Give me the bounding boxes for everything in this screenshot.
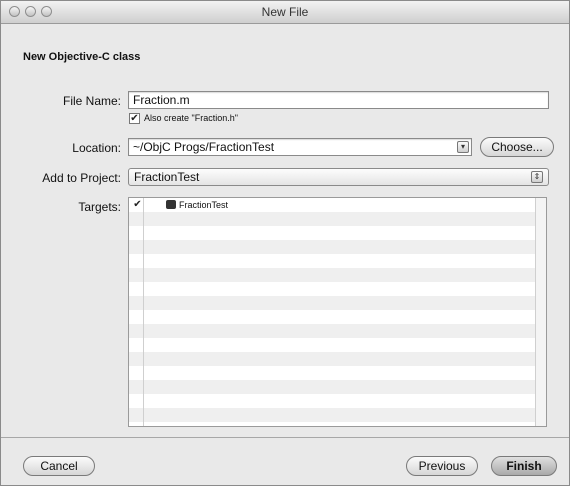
previous-button[interactable]: Previous xyxy=(406,456,478,476)
project-select-arrows-icon[interactable]: ⇕ xyxy=(531,171,543,183)
target-checkbox[interactable]: ✔ xyxy=(132,200,143,211)
list-item xyxy=(129,324,546,338)
also-create-header-label: Also create "Fraction.h" xyxy=(144,113,238,123)
list-item xyxy=(129,226,546,240)
list-item xyxy=(129,380,546,394)
list-item xyxy=(129,212,546,226)
footer-divider xyxy=(1,437,569,438)
list-item xyxy=(129,282,546,296)
targets-list[interactable]: ✔ FractionTest xyxy=(128,197,547,427)
add-to-project-label: Add to Project: xyxy=(42,171,121,185)
file-name-field[interactable]: Fraction.m xyxy=(128,91,549,109)
dialog-heading: New Objective-C class xyxy=(23,51,141,63)
vertical-scrollbar[interactable] xyxy=(535,198,546,426)
file-name-label: File Name: xyxy=(62,94,121,108)
target-app-icon xyxy=(166,200,176,209)
location-label: Location: xyxy=(72,141,121,155)
list-item xyxy=(129,338,546,352)
column-divider xyxy=(143,198,144,426)
add-to-project-select[interactable]: FractionTest xyxy=(128,168,549,186)
table-row[interactable]: ✔ FractionTest xyxy=(129,198,546,212)
new-file-window: New File New Objective-C class File Name… xyxy=(0,0,570,486)
list-item xyxy=(129,394,546,408)
also-create-header-checkbox[interactable]: ✔ xyxy=(129,113,140,124)
target-name: FractionTest xyxy=(179,200,229,210)
location-dropdown-icon[interactable]: ▾ xyxy=(457,141,469,153)
targets-label: Targets: xyxy=(78,200,121,214)
add-to-project-value: FractionTest xyxy=(134,170,200,184)
list-item xyxy=(129,240,546,254)
location-field[interactable]: ~/ObjC Progs/FractionTest xyxy=(128,138,472,156)
list-item xyxy=(129,408,546,422)
list-item xyxy=(129,268,546,282)
cancel-button[interactable]: Cancel xyxy=(23,456,95,476)
title-bar: New File xyxy=(1,1,569,24)
list-item xyxy=(129,352,546,366)
window-title: New File xyxy=(261,5,309,19)
list-item xyxy=(129,310,546,324)
list-item xyxy=(129,366,546,380)
choose-button[interactable]: Choose... xyxy=(480,137,554,157)
finish-button[interactable]: Finish xyxy=(491,456,557,476)
list-item xyxy=(129,296,546,310)
list-item xyxy=(129,254,546,268)
